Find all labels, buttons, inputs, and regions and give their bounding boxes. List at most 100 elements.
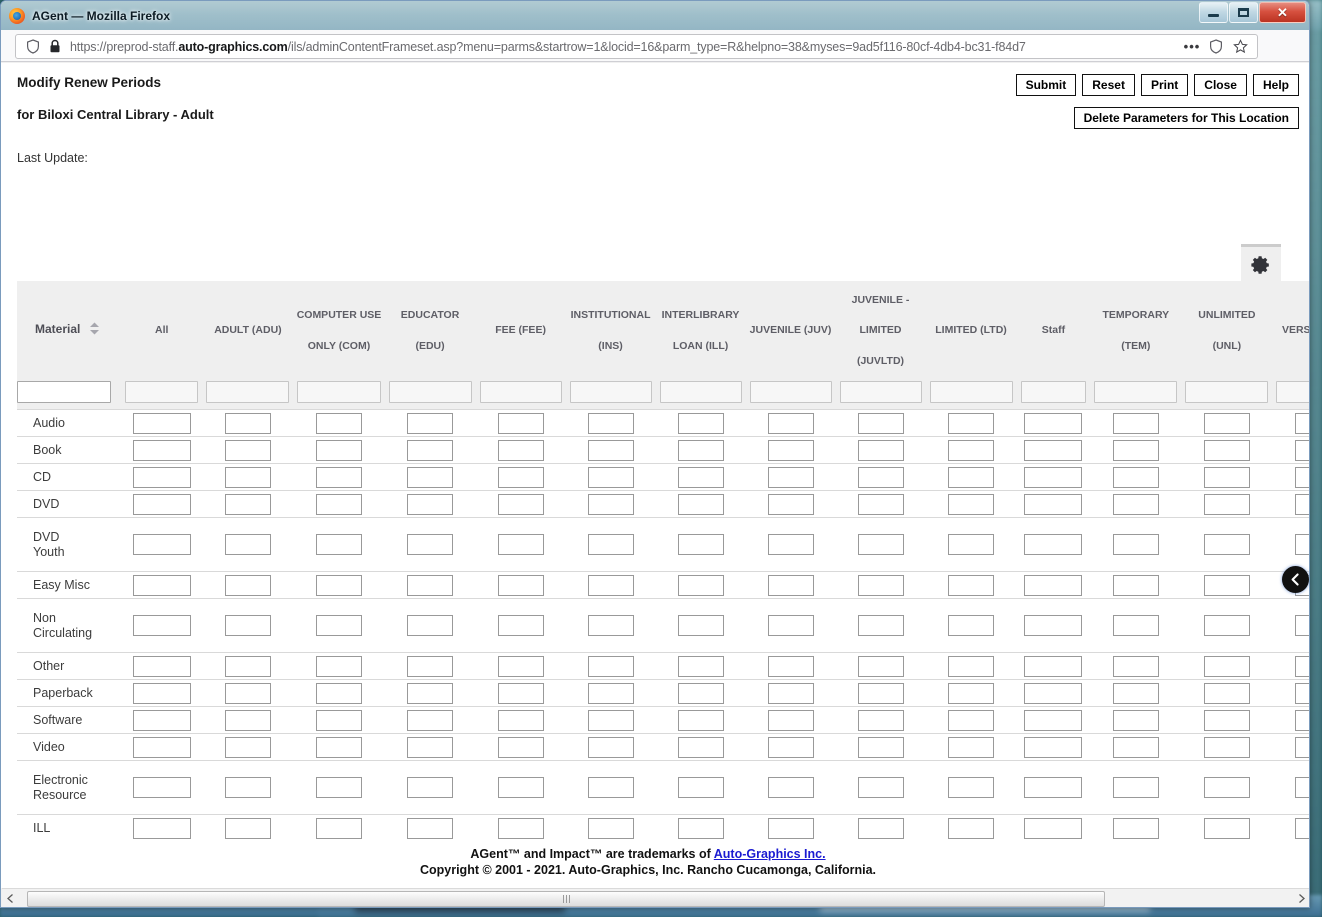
cell-ill[interactable] bbox=[655, 409, 746, 437]
renew-period-input-verso[interactable] bbox=[1294, 439, 1309, 461]
cell-juvltd[interactable] bbox=[835, 409, 926, 437]
cell-ins[interactable] bbox=[565, 517, 656, 572]
cell-adu[interactable] bbox=[202, 760, 294, 815]
cell-tem[interactable] bbox=[1090, 706, 1182, 734]
column-header-ill[interactable]: INTERLIBRARY LOAN (ILL) bbox=[655, 281, 746, 381]
cell-edu[interactable] bbox=[384, 490, 476, 518]
renew-period-input-com[interactable] bbox=[315, 682, 362, 704]
renew-period-input-ill[interactable] bbox=[677, 615, 724, 636]
cell-unl[interactable] bbox=[1181, 409, 1273, 437]
cell-juvltd[interactable] bbox=[835, 463, 926, 491]
renew-period-input-com[interactable] bbox=[315, 439, 362, 461]
filter-cell-fee[interactable] bbox=[475, 381, 566, 410]
cell-ins[interactable] bbox=[565, 490, 656, 518]
renew-period-input-staff[interactable] bbox=[1024, 615, 1083, 636]
renew-period-input-unl[interactable] bbox=[1203, 655, 1250, 677]
renew-period-input-ill[interactable] bbox=[677, 736, 724, 758]
renew-period-input-com[interactable] bbox=[315, 777, 362, 798]
cell-ill[interactable] bbox=[655, 814, 746, 842]
cell-ins[interactable] bbox=[565, 409, 656, 437]
cell-all[interactable] bbox=[121, 436, 203, 464]
renew-period-input-edu[interactable] bbox=[407, 615, 454, 636]
renew-period-input-fee[interactable] bbox=[497, 777, 544, 798]
cell-juvltd[interactable] bbox=[835, 706, 926, 734]
filter-input-adu[interactable] bbox=[206, 381, 290, 403]
filter-cell-all[interactable] bbox=[121, 381, 203, 410]
delete-parameters-button[interactable]: Delete Parameters for This Location bbox=[1073, 107, 1299, 129]
renew-period-input-ins[interactable] bbox=[587, 466, 634, 488]
renew-period-input-juvltd[interactable] bbox=[857, 736, 904, 758]
cell-tem[interactable] bbox=[1090, 517, 1182, 572]
renew-period-input-juvltd[interactable] bbox=[857, 466, 904, 488]
cell-com[interactable] bbox=[293, 490, 385, 518]
renew-period-input-ltd[interactable] bbox=[948, 574, 995, 596]
renew-period-input-tem[interactable] bbox=[1112, 534, 1159, 555]
renew-period-input-verso[interactable] bbox=[1294, 615, 1309, 636]
renew-period-input-ltd[interactable] bbox=[948, 412, 995, 434]
renew-period-input-unl[interactable] bbox=[1203, 466, 1250, 488]
renew-period-input-ins[interactable] bbox=[587, 817, 634, 839]
cell-ltd[interactable] bbox=[925, 409, 1017, 437]
renew-period-input-juv[interactable] bbox=[767, 534, 814, 555]
cell-staff[interactable] bbox=[1016, 733, 1091, 761]
cell-fee[interactable] bbox=[475, 679, 566, 707]
renew-period-input-all[interactable] bbox=[132, 493, 191, 515]
renew-period-input-fee[interactable] bbox=[497, 655, 544, 677]
cell-juvltd[interactable] bbox=[835, 733, 926, 761]
close-window-button[interactable]: ✕ bbox=[1259, 2, 1306, 23]
filter-cell-ins[interactable] bbox=[565, 381, 656, 410]
filter-cell-material[interactable] bbox=[17, 381, 122, 410]
reset-button[interactable]: Reset bbox=[1082, 74, 1135, 96]
cell-all[interactable] bbox=[121, 814, 203, 842]
renew-period-input-adu[interactable] bbox=[224, 817, 271, 839]
cell-unl[interactable] bbox=[1181, 814, 1273, 842]
cell-com[interactable] bbox=[293, 652, 385, 680]
scroll-left-arrow-icon[interactable] bbox=[2, 890, 19, 908]
renew-period-input-ill[interactable] bbox=[677, 466, 724, 488]
renew-period-input-juvltd[interactable] bbox=[857, 574, 904, 596]
renew-period-input-ill[interactable] bbox=[677, 709, 724, 731]
renew-period-input-tem[interactable] bbox=[1112, 439, 1159, 461]
cell-fee[interactable] bbox=[475, 571, 566, 599]
renew-period-input-staff[interactable] bbox=[1024, 574, 1083, 596]
cell-verso[interactable] bbox=[1272, 706, 1309, 734]
cell-ltd[interactable] bbox=[925, 679, 1017, 707]
renew-period-input-all[interactable] bbox=[132, 655, 191, 677]
cell-staff[interactable] bbox=[1016, 571, 1091, 599]
cell-unl[interactable] bbox=[1181, 706, 1273, 734]
renew-period-input-adu[interactable] bbox=[224, 655, 271, 677]
filter-input-juv[interactable] bbox=[749, 381, 832, 403]
renew-period-input-tem[interactable] bbox=[1112, 574, 1159, 596]
cell-tem[interactable] bbox=[1090, 463, 1182, 491]
renew-period-input-juvltd[interactable] bbox=[857, 534, 904, 555]
cell-ill[interactable] bbox=[655, 760, 746, 815]
filter-input-material[interactable] bbox=[17, 381, 112, 403]
renew-period-input-ins[interactable] bbox=[587, 412, 634, 434]
cell-ill[interactable] bbox=[655, 436, 746, 464]
cell-staff[interactable] bbox=[1016, 679, 1091, 707]
window-titlebar[interactable]: AGent — Mozilla Firefox ✕ bbox=[1, 1, 1309, 30]
cell-juv[interactable] bbox=[745, 679, 836, 707]
renew-period-input-ins[interactable] bbox=[587, 709, 634, 731]
filter-input-ltd[interactable] bbox=[929, 381, 1013, 403]
cell-staff[interactable] bbox=[1016, 652, 1091, 680]
cell-unl[interactable] bbox=[1181, 571, 1273, 599]
cell-tem[interactable] bbox=[1090, 814, 1182, 842]
renew-period-input-com[interactable] bbox=[315, 817, 362, 839]
renew-period-input-edu[interactable] bbox=[407, 574, 454, 596]
renew-period-input-com[interactable] bbox=[315, 534, 362, 555]
renew-period-input-unl[interactable] bbox=[1203, 615, 1250, 636]
cell-unl[interactable] bbox=[1181, 463, 1273, 491]
cell-fee[interactable] bbox=[475, 598, 566, 653]
renew-period-input-juv[interactable] bbox=[767, 682, 814, 704]
renew-period-input-com[interactable] bbox=[315, 493, 362, 515]
renew-period-input-verso[interactable] bbox=[1294, 493, 1309, 515]
cell-tem[interactable] bbox=[1090, 409, 1182, 437]
renew-period-input-juv[interactable] bbox=[767, 493, 814, 515]
parameters-grid-wrapper[interactable]: Material All ADULT (ADU) COMPUTER USE ONL… bbox=[17, 281, 1309, 853]
renew-period-input-ill[interactable] bbox=[677, 682, 724, 704]
cell-verso[interactable] bbox=[1272, 760, 1309, 815]
filter-input-staff[interactable] bbox=[1020, 381, 1087, 403]
cell-unl[interactable] bbox=[1181, 760, 1273, 815]
cell-fee[interactable] bbox=[475, 733, 566, 761]
